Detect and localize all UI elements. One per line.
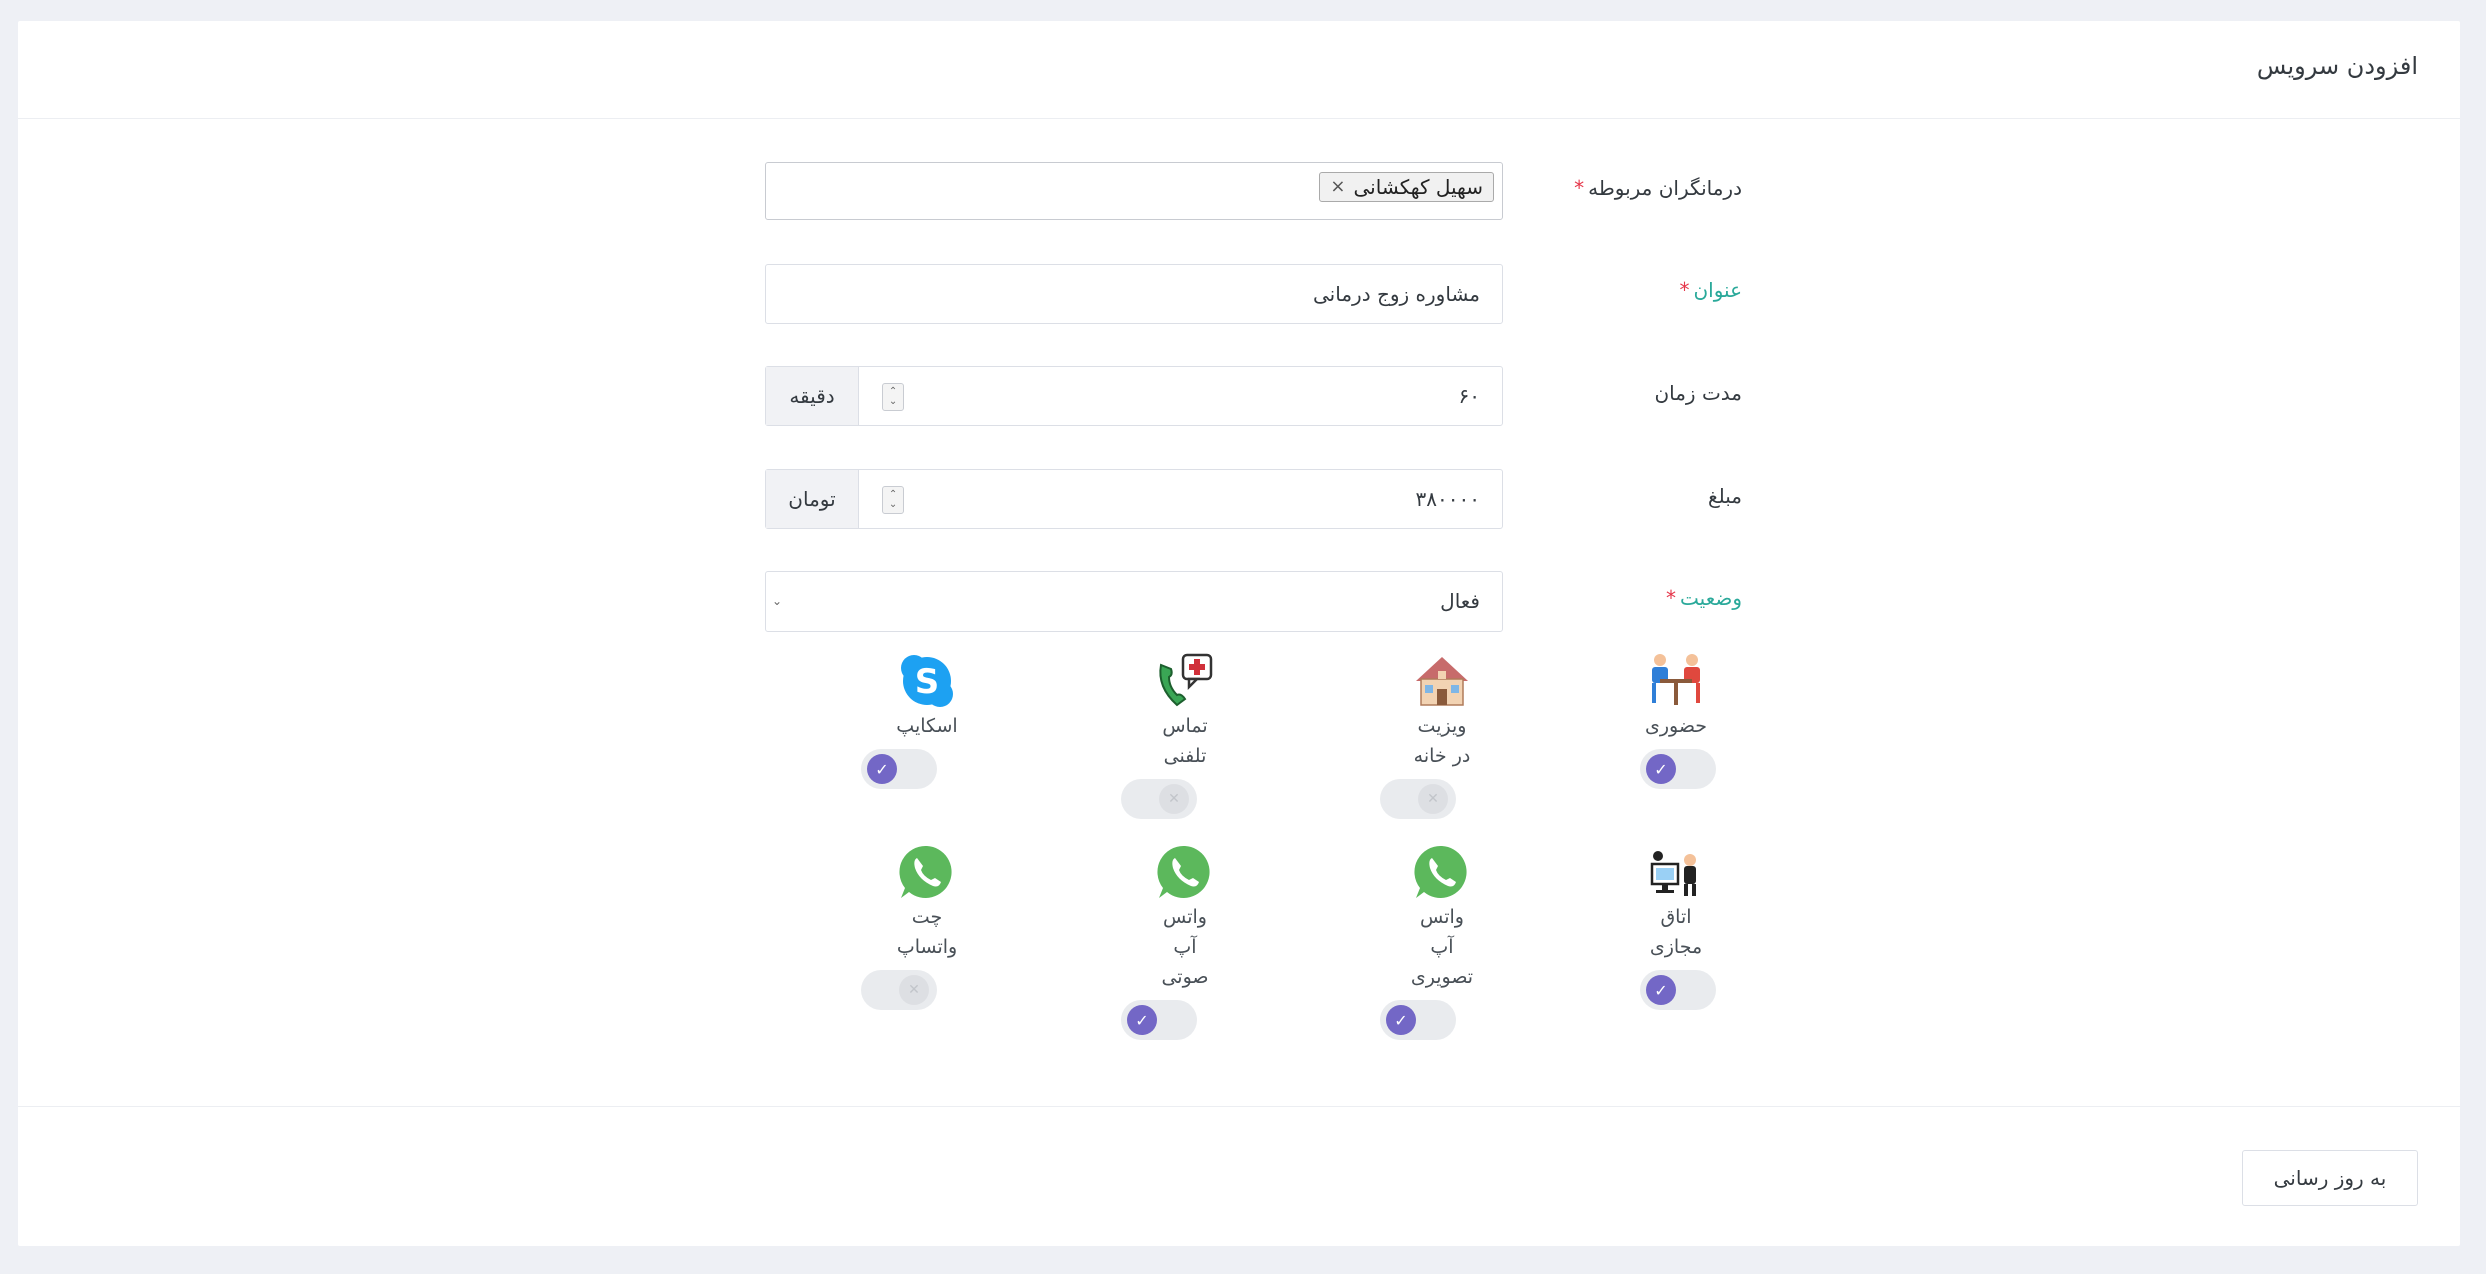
required-mark: * bbox=[1666, 586, 1677, 610]
title-input[interactable]: مشاوره زوج درمانی bbox=[765, 264, 1503, 324]
therapist-tag: سهیل کهکشانی × bbox=[1319, 172, 1494, 202]
toggle-whatsapp-video[interactable]: ✓ bbox=[1380, 1000, 1456, 1040]
duration-stepper[interactable]: ⌃ ⌄ bbox=[882, 383, 904, 411]
whatsapp-icon bbox=[1414, 845, 1467, 898]
update-button[interactable]: به روز رسانی bbox=[2242, 1150, 2418, 1206]
whatsapp-icon bbox=[1157, 845, 1210, 898]
service-in-person: حضوری bbox=[1621, 651, 1731, 741]
therapists-label: درمانگران مربوطه* bbox=[1492, 176, 1742, 200]
required-mark: * bbox=[1679, 278, 1690, 302]
check-icon: ✓ bbox=[1386, 1005, 1416, 1035]
x-icon: ✕ bbox=[1159, 784, 1189, 814]
in-person-meeting-icon bbox=[1652, 654, 1700, 705]
required-mark: * bbox=[1574, 176, 1585, 200]
service-virtual-room: اتاق مجازی bbox=[1621, 842, 1731, 962]
price-input[interactable]: ۳۸۰۰۰۰ ⌃ ⌄ تومان bbox=[765, 469, 1503, 529]
chevron-down-icon: ⌄ bbox=[772, 594, 783, 608]
service-name: ویزیت در خانه bbox=[1413, 715, 1471, 767]
stepper-down-icon[interactable]: ⌄ bbox=[889, 500, 897, 510]
check-icon: ✓ bbox=[1127, 1005, 1157, 1035]
check-icon: ✓ bbox=[1646, 754, 1676, 784]
remove-tag-icon[interactable]: × bbox=[1330, 173, 1345, 201]
toggle-virtual-room[interactable]: ✓ bbox=[1640, 970, 1716, 1010]
service-home-visit: ویزیت در خانه bbox=[1387, 651, 1497, 771]
service-whatsapp-chat: چت واتساپ bbox=[872, 842, 982, 962]
service-phone-call: تماس تلفنی bbox=[1130, 651, 1240, 771]
duration-value: ۶۰ bbox=[1458, 384, 1480, 408]
toggle-whatsapp-voice[interactable]: ✓ bbox=[1121, 1000, 1197, 1040]
price-label: مبلغ bbox=[1707, 484, 1742, 508]
house-icon bbox=[1416, 657, 1468, 706]
price-unit: تومان bbox=[766, 470, 859, 528]
title-label: عنوان* bbox=[1492, 278, 1742, 302]
service-name: واتس آپ صوتی bbox=[1161, 906, 1209, 988]
duration-label: مدت زمان bbox=[1654, 381, 1742, 405]
duration-input[interactable]: ۶۰ ⌃ ⌄ دقیقه bbox=[765, 366, 1503, 426]
skype-icon: S bbox=[901, 655, 953, 707]
duration-unit: دقیقه bbox=[766, 367, 859, 425]
price-value: ۳۸۰۰۰۰ bbox=[1415, 487, 1480, 511]
service-whatsapp-voice: واتس آپ صوتی bbox=[1130, 842, 1240, 992]
svg-text:S: S bbox=[915, 662, 940, 702]
phone-call-medical-icon bbox=[1159, 653, 1213, 707]
service-name: حضوری bbox=[1644, 715, 1708, 737]
therapists-multiselect[interactable]: سهیل کهکشانی × bbox=[765, 162, 1503, 220]
status-select[interactable]: فعال ⌄ bbox=[765, 571, 1503, 632]
service-whatsapp-video: واتس آپ تصویری bbox=[1387, 842, 1497, 992]
price-stepper[interactable]: ⌃ ⌄ bbox=[882, 486, 904, 514]
card-footer: به روز رسانی bbox=[18, 1106, 2460, 1246]
x-icon: ✕ bbox=[899, 975, 929, 1005]
toggle-in-person[interactable]: ✓ bbox=[1640, 749, 1716, 789]
service-name: تماس تلفنی bbox=[1162, 715, 1208, 767]
virtual-room-icon bbox=[1650, 851, 1696, 896]
toggle-whatsapp-chat[interactable]: ✕ bbox=[861, 970, 937, 1010]
card-header: افزودن سرویس bbox=[18, 21, 2460, 119]
toggle-home-visit[interactable]: ✕ bbox=[1380, 779, 1456, 819]
status-value: فعال bbox=[1440, 589, 1480, 613]
toggle-skype[interactable]: ✓ bbox=[861, 749, 937, 789]
service-name: اتاق مجازی bbox=[1649, 906, 1703, 958]
service-name: واتس آپ تصویری bbox=[1410, 906, 1474, 988]
check-icon: ✓ bbox=[867, 754, 897, 784]
stepper-down-icon[interactable]: ⌄ bbox=[889, 397, 897, 407]
service-name: اسکایپ bbox=[896, 715, 958, 737]
service-skype: S اسکایپ bbox=[872, 651, 982, 741]
check-icon: ✓ bbox=[1646, 975, 1676, 1005]
therapist-tag-label: سهیل کهکشانی bbox=[1353, 175, 1483, 199]
toggle-phone-call[interactable]: ✕ bbox=[1121, 779, 1197, 819]
status-label: وضعیت* bbox=[1492, 586, 1742, 610]
x-icon: ✕ bbox=[1418, 784, 1448, 814]
whatsapp-icon bbox=[899, 845, 952, 898]
status-label-text: وضعیت bbox=[1680, 586, 1742, 610]
title-label-text: عنوان bbox=[1693, 278, 1742, 302]
therapists-label-text: درمانگران مربوطه bbox=[1588, 176, 1742, 200]
add-service-card: افزودن سرویس درمانگران مربوطه* سهیل کهکش… bbox=[18, 21, 2460, 1246]
service-name: چت واتساپ bbox=[896, 906, 958, 958]
title-value: مشاوره زوج درمانی bbox=[1313, 282, 1480, 306]
page-title: افزودن سرویس bbox=[2256, 52, 2418, 80]
